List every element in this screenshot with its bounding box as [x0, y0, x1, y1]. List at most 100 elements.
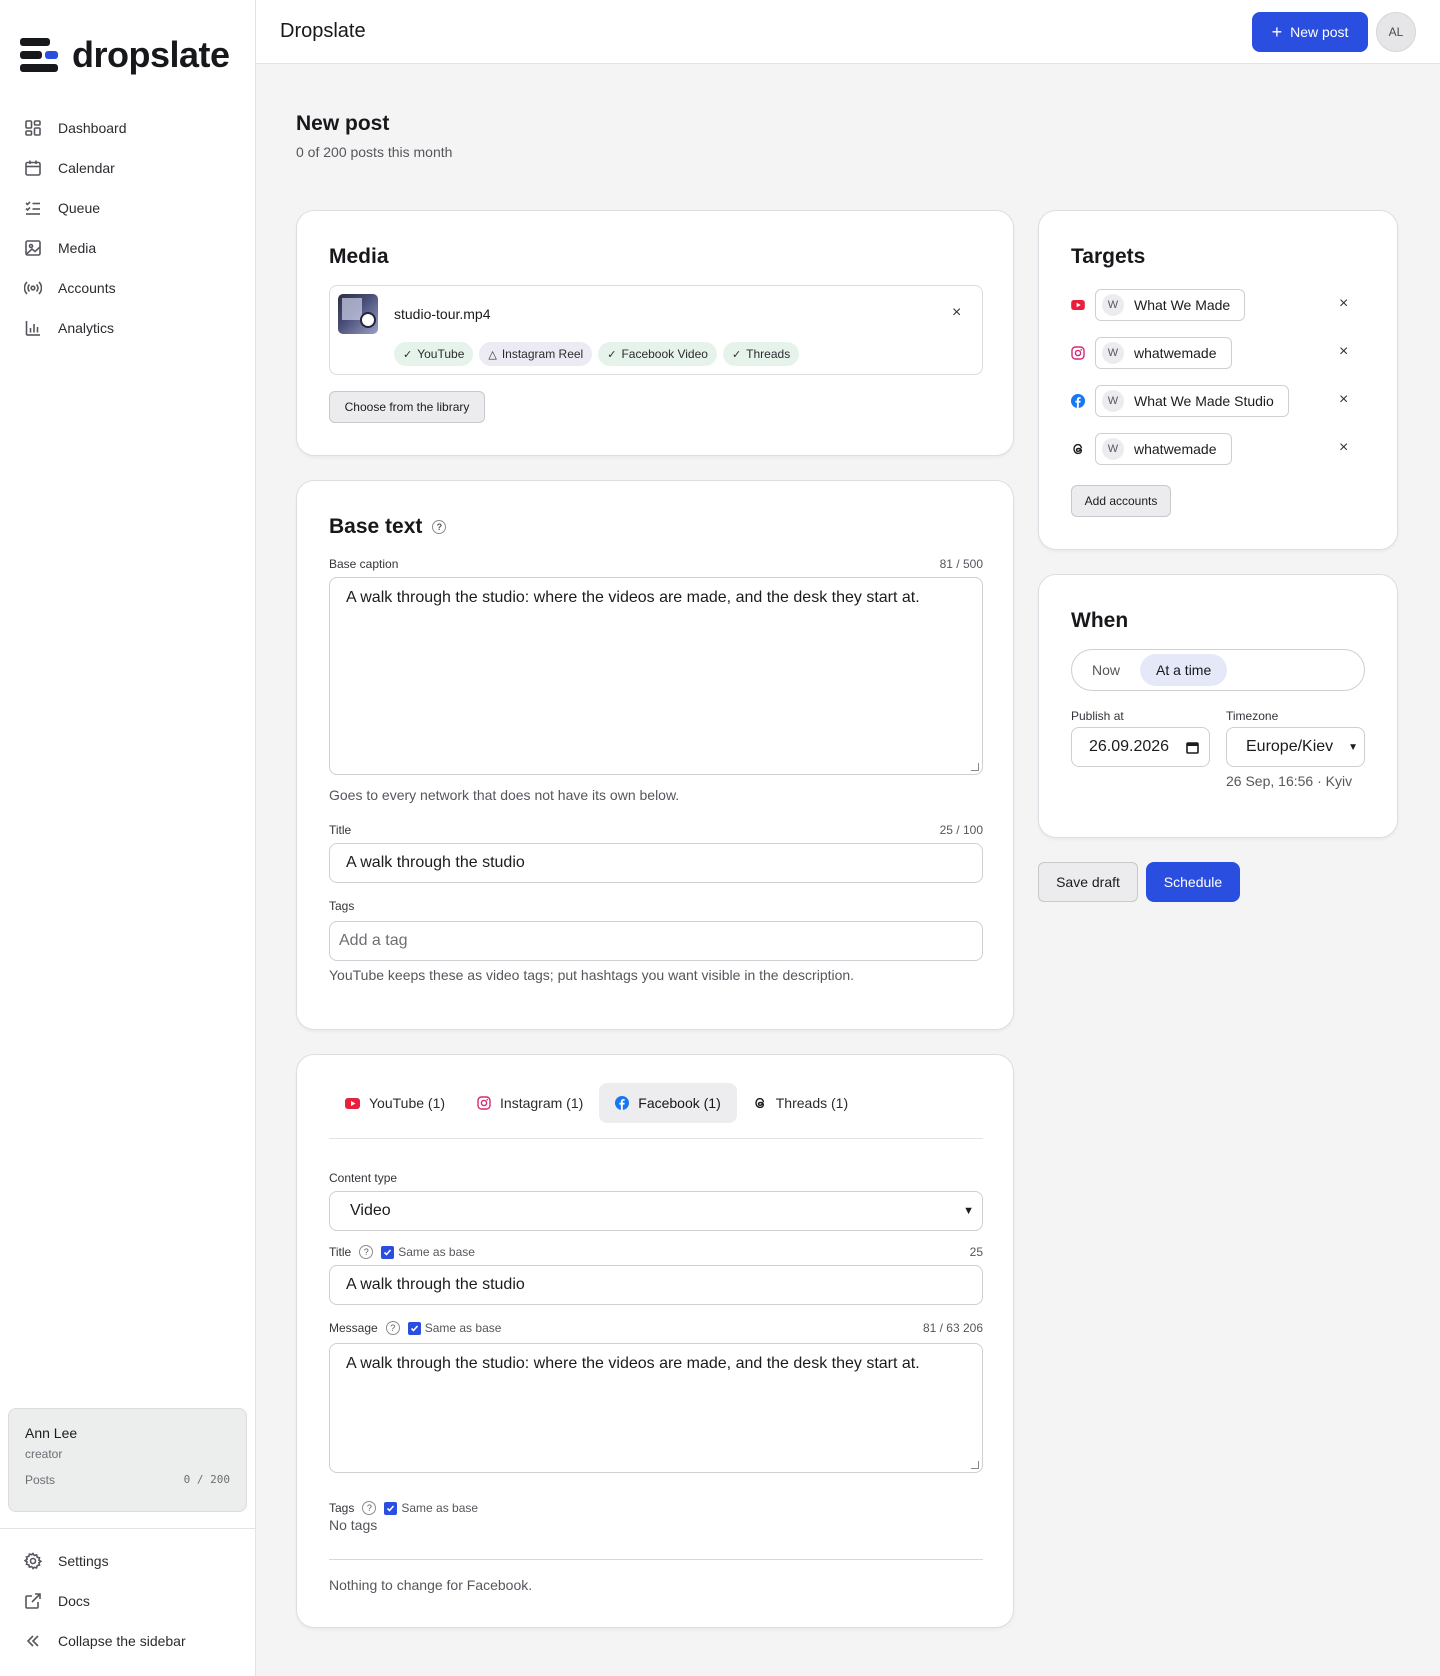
remove-target-button[interactable]: × [1339, 439, 1348, 457]
brand-logo[interactable]: dropslate [20, 34, 230, 76]
nav-queue[interactable]: Queue [0, 188, 256, 228]
media-card: Media studio-tour.mp4 × ✓ YouTube △ Instag… [296, 210, 1014, 456]
checkbox-checked-icon[interactable] [381, 1245, 395, 1259]
tags-same-as-base[interactable]: Same as base [384, 1501, 478, 1515]
message-label: Message [329, 1321, 378, 1335]
remove-target-button[interactable]: × [1339, 295, 1348, 313]
help-icon[interactable]: ? [385, 1321, 400, 1335]
timezone-label: Timezone [1226, 709, 1279, 723]
tab-threads[interactable]: Threads (1) [737, 1083, 864, 1123]
tab-instagram[interactable]: Instagram (1) [461, 1083, 599, 1123]
plus-icon: + [1271, 22, 1283, 42]
choose-library-button[interactable]: Choose from the library [329, 391, 485, 423]
sidebar-bottom: Settings Docs Collapse the sidebar [0, 1528, 256, 1661]
nav-analytics[interactable]: Analytics [0, 308, 256, 348]
nav-collapse-sidebar[interactable]: Collapse the sidebar [0, 1621, 256, 1661]
add-accounts-button[interactable]: Add accounts [1071, 485, 1171, 517]
message-same-as-base[interactable]: Same as base [407, 1321, 501, 1335]
targets-title: Targets [1071, 245, 1146, 268]
threads-icon [1073, 443, 1083, 455]
user-card[interactable]: Ann Lee creator Posts 0 / 200 [8, 1408, 247, 1512]
base-tags-hint: YouTube keeps these as video tags; put h… [329, 967, 855, 983]
youtube-icon [1071, 300, 1085, 310]
facebook-icon [1071, 394, 1085, 408]
chip-facebook-video: ✓ Facebook Video [598, 342, 717, 366]
page-title: New post [296, 112, 390, 135]
publish-mode-toggle: Now At a time [1071, 649, 1365, 691]
new-post-label: New post [1290, 24, 1349, 40]
message-textarea[interactable]: A walk through the studio: where the vid… [329, 1343, 983, 1473]
when-title: When [1071, 609, 1129, 632]
chip-label: Instagram Reel [501, 347, 584, 361]
user-posts-value: 0 / 200 [183, 1473, 230, 1486]
calendar-icon [25, 160, 41, 176]
publish-at-label: Publish at [1071, 709, 1124, 723]
base-text-heading: Base text [329, 515, 423, 538]
base-caption-counter: 81 / 500 [939, 557, 983, 571]
base-caption-textarea[interactable]: A walk through the studio: where the vid… [329, 577, 983, 775]
account-name: whatwemade [1134, 441, 1217, 457]
tab-youtube[interactable]: YouTube (1) [329, 1083, 461, 1123]
publish-date-input[interactable]: 26.09.2026 [1071, 727, 1210, 767]
network-title-label: Title [329, 1245, 352, 1259]
remove-target-button[interactable]: × [1339, 343, 1348, 361]
media-icon [25, 240, 41, 256]
page-subtitle: 0 of 200 posts this month [296, 144, 453, 160]
accounts-icon [24, 281, 42, 295]
network-title-input[interactable]: A walk through the studio [329, 1265, 983, 1305]
external-link-icon [25, 1593, 41, 1609]
nav-media[interactable]: Media [0, 228, 256, 268]
avatar[interactable]: AL [1376, 12, 1416, 52]
chip-label: Threads [746, 347, 791, 361]
base-title-input[interactable]: A walk through the studio [329, 843, 983, 883]
chip-instagram-reel: △ Instagram Reel [479, 342, 593, 366]
help-icon[interactable]: ? [359, 1245, 374, 1259]
content-type-label: Content type [329, 1171, 398, 1185]
network-title-counter: 25 [969, 1245, 983, 1259]
content-type-value: Video [350, 1202, 391, 1219]
compatibility-chips: ✓ YouTube △ Instagram Reel ✓ Facebook Video… [394, 342, 800, 366]
title-same-as-base[interactable]: Same as base [381, 1245, 475, 1259]
tab-facebook[interactable]: Facebook (1) [599, 1083, 737, 1123]
threads-icon [755, 1097, 764, 1109]
nav-calendar[interactable]: Calendar [0, 148, 256, 188]
top-header: Dropslate + New post AL [256, 0, 1440, 64]
gear-icon [24, 1552, 42, 1570]
user-name: Ann Lee [25, 1425, 78, 1441]
checkbox-checked-icon[interactable] [384, 1501, 398, 1515]
chevron-down-icon: ▼ [1348, 741, 1358, 753]
remove-target-button[interactable]: × [1339, 391, 1348, 409]
warning-icon: △ [488, 348, 497, 361]
mode-now[interactable]: Now [1076, 654, 1136, 686]
message-counter: 81 / 63 206 [922, 1321, 983, 1335]
account-pill[interactable]: Wwhatwemade [1095, 337, 1232, 369]
new-post-button[interactable]: + New post [1252, 12, 1368, 52]
mode-at-a-time[interactable]: At a time [1140, 654, 1228, 686]
checkbox-checked-icon[interactable] [407, 1321, 421, 1335]
divider [329, 1559, 983, 1560]
chevrons-left-icon [26, 1635, 39, 1647]
calendar-icon[interactable] [1186, 741, 1199, 754]
save-draft-button[interactable]: Save draft [1038, 862, 1138, 902]
youtube-icon [345, 1097, 360, 1109]
base-text-title: Base text ? [329, 515, 447, 539]
video-thumbnail [338, 294, 378, 334]
account-pill[interactable]: W What We Made [1095, 289, 1246, 321]
target-row-instagram: Wwhatwemade × [1071, 337, 1351, 369]
account-pill[interactable]: Wwhatwemade [1095, 433, 1232, 465]
target-row-youtube: W What We Made × [1071, 289, 1351, 321]
base-tags-input[interactable]: Add a tag [329, 921, 983, 961]
nav-settings[interactable]: Settings [0, 1541, 256, 1581]
same-as-base-label: Same as base [401, 1501, 479, 1515]
account-pill[interactable]: W What We Made Studio [1095, 385, 1289, 417]
content-type-select[interactable]: Video ▼ [329, 1191, 983, 1231]
nav-docs[interactable]: Docs [0, 1581, 256, 1621]
nav-label: Analytics [58, 320, 115, 336]
nav-dashboard[interactable]: Dashboard [0, 108, 256, 148]
remove-media-button[interactable]: × [952, 304, 961, 322]
help-icon[interactable]: ? [362, 1501, 377, 1515]
help-icon[interactable]: ? [432, 520, 447, 534]
timezone-select[interactable]: Europe/Kiev ▼ [1226, 727, 1365, 767]
schedule-button[interactable]: Schedule [1146, 862, 1240, 902]
nav-accounts[interactable]: Accounts [0, 268, 256, 308]
